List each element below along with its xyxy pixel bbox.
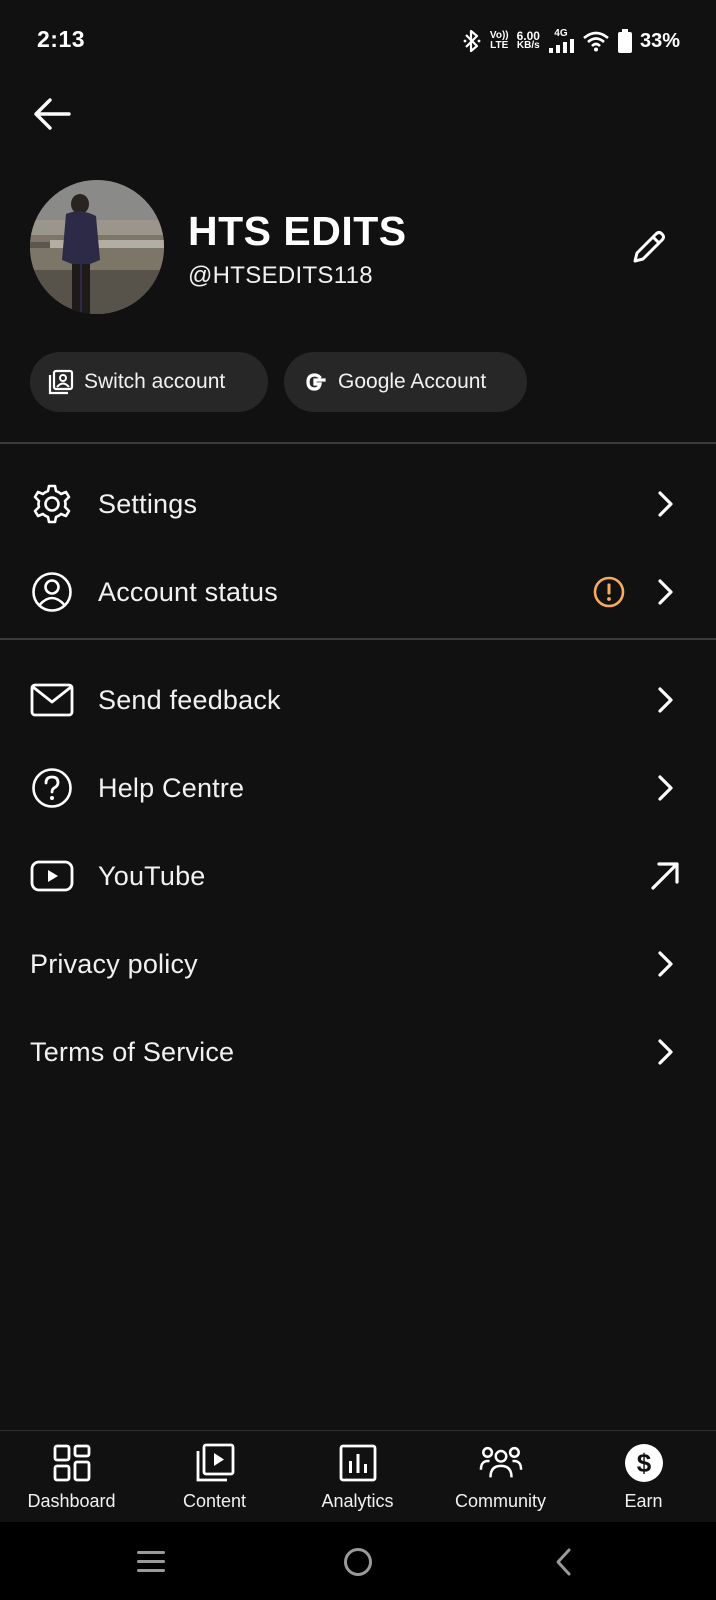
dashboard-label: Dashboard (27, 1491, 116, 1511)
section-divider (0, 638, 716, 640)
terms-of-service-label: Terms of Service (30, 1036, 235, 1067)
volte-indicator: Vo)) LTE (490, 31, 509, 51)
switch-account-button[interactable]: Switch account (30, 352, 268, 412)
speed-unit: KB/s (516, 40, 540, 51)
youtube-label: YouTube (98, 860, 206, 891)
community-people-icon (479, 1441, 523, 1485)
signal-bars-icon (548, 39, 574, 53)
content-library-icon (193, 1441, 237, 1485)
volte-bottom-text: LTE (490, 40, 509, 51)
google-account-label: Google Account (338, 370, 487, 393)
channel-avatar[interactable] (30, 180, 164, 314)
content-label: Content (182, 1491, 247, 1511)
google-account-button[interactable]: Google Account (284, 352, 527, 412)
menu-item-privacy-policy[interactable]: Privacy policy (0, 920, 716, 1008)
analytics-label: Analytics (321, 1491, 394, 1511)
dollar-circle-icon: $ (622, 1441, 666, 1485)
network-type: 4G (554, 28, 568, 39)
chevron-right-icon (658, 687, 673, 713)
battery-icon (617, 29, 632, 53)
menu-lines-icon (137, 1551, 165, 1572)
bottom-nav: Dashboard Content Analytics Community $ … (0, 1430, 716, 1522)
youtube-play-icon (30, 854, 74, 898)
network-speed: 6.00 KB/s (516, 30, 540, 51)
status-icons: Vo)) LTE 6.00 KB/s 4G 33% (462, 26, 680, 56)
chevron-left-icon (556, 1548, 571, 1576)
send-feedback-label: Send feedback (98, 684, 281, 715)
chevron-right-icon (658, 951, 673, 977)
account-status-label: Account status (98, 576, 278, 607)
nav-tab-dashboard[interactable]: Dashboard (0, 1441, 143, 1521)
svg-text:$: $ (636, 1448, 651, 1478)
nav-tab-earn[interactable]: $ Earn (572, 1441, 715, 1521)
menu-item-account-status[interactable]: Account status (0, 548, 716, 636)
question-circle-icon (30, 766, 74, 810)
earn-label: Earn (624, 1491, 663, 1511)
google-g-icon (306, 373, 326, 391)
arrow-left-icon (34, 98, 71, 130)
chevron-right-icon (658, 1039, 673, 1065)
privacy-policy-label: Privacy policy (30, 948, 198, 979)
menu-item-send-feedback[interactable]: Send feedback (0, 656, 716, 744)
pencil-icon (633, 231, 665, 263)
home-button[interactable] (340, 1544, 376, 1580)
community-label: Community (454, 1491, 547, 1511)
cell-signal: 4G (548, 29, 574, 53)
chevron-right-icon (658, 579, 673, 605)
bluetooth-icon (462, 29, 482, 53)
nav-tab-community[interactable]: Community (429, 1441, 572, 1521)
exclamation-circle-icon (593, 576, 625, 608)
chevron-right-icon (658, 491, 673, 517)
menu-item-youtube[interactable]: YouTube (0, 832, 716, 920)
edit-profile-button[interactable] (624, 222, 674, 272)
battery-percent: 33% (639, 29, 680, 52)
menu-item-settings[interactable]: Settings (0, 460, 716, 548)
status-bar: 2:13 Vo)) LTE 6.00 KB/s 4G 33% (0, 0, 716, 84)
channel-handle: @HTSEDITS118 (188, 262, 373, 289)
arrow-up-right-icon (651, 862, 679, 890)
channel-name: HTS EDITS (188, 208, 407, 254)
avatar-image (30, 180, 164, 314)
account-circle-icon (30, 570, 74, 614)
menu-item-help-centre[interactable]: Help Centre (0, 744, 716, 832)
status-time: 2:13 (37, 26, 86, 52)
nav-tab-analytics[interactable]: Analytics (286, 1441, 429, 1521)
system-nav-bar (0, 1522, 716, 1600)
switch-account-label: Switch account (84, 370, 226, 393)
envelope-icon (30, 678, 74, 722)
dashboard-icon (50, 1441, 94, 1485)
recent-apps-button[interactable] (133, 1544, 169, 1580)
analytics-chart-icon (336, 1441, 380, 1485)
back-button[interactable] (30, 92, 74, 136)
switch-account-icon (48, 369, 74, 395)
settings-label: Settings (98, 488, 198, 519)
section-divider (0, 442, 716, 444)
nav-tab-content[interactable]: Content (143, 1441, 286, 1521)
wifi-icon (582, 30, 610, 52)
menu-item-terms-of-service[interactable]: Terms of Service (0, 1008, 716, 1096)
system-back-button[interactable] (546, 1544, 582, 1580)
chevron-right-icon (658, 775, 673, 801)
help-centre-label: Help Centre (98, 772, 245, 803)
gear-icon (30, 482, 74, 526)
home-circle-icon (344, 1548, 372, 1576)
